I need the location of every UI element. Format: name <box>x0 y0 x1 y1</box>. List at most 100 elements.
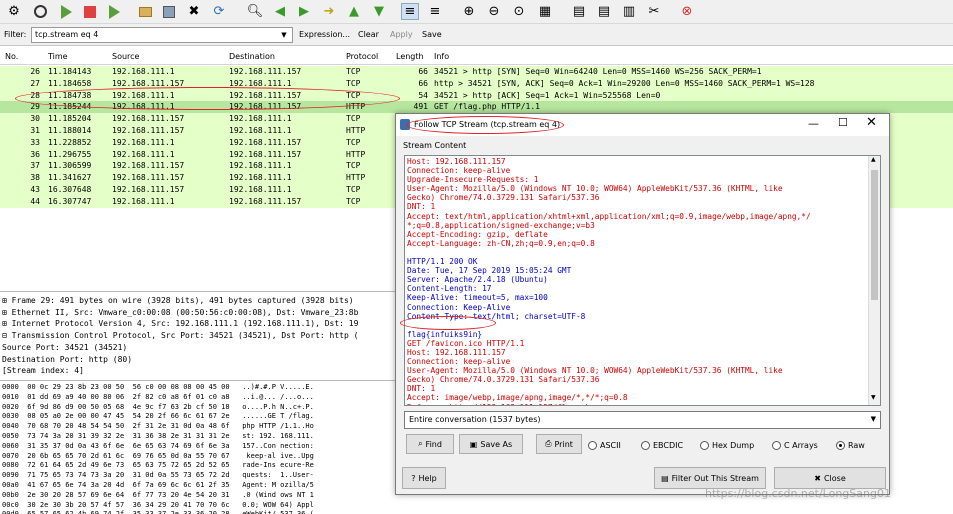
filter-out-stream-button[interactable]: ▤ Filter Out This Stream <box>654 467 766 489</box>
column-no[interactable]: No. <box>5 52 18 61</box>
stop-icon[interactable] <box>81 3 99 20</box>
column-time[interactable]: Time <box>48 52 68 61</box>
conversation-select[interactable]: Entire conversation (1537 bytes) ▼ <box>404 411 881 429</box>
detail-line[interactable]: ⊞ Internet Protocol Version 4, Src: 192.… <box>2 318 400 330</box>
up-icon[interactable]: ▲ <box>345 3 363 20</box>
hex-line: 0080 72 61 64 65 2d 49 6e 73 65 63 75 72… <box>2 461 314 470</box>
packet-cell-src: 192.168.111.1 <box>112 67 175 76</box>
print-label: Print <box>554 439 573 449</box>
folder-icon[interactable] <box>136 3 154 20</box>
display-filter-icon[interactable]: ▤ <box>595 3 613 20</box>
apply-button[interactable]: Apply <box>390 30 413 39</box>
close-button[interactable]: ✖ Close <box>774 467 886 489</box>
clear-button[interactable]: Clear <box>358 30 379 39</box>
save-as-button[interactable]: ▣ Save As <box>459 434 523 454</box>
packet-cell-time: 11.228852 <box>48 137 92 147</box>
column-source[interactable]: Source <box>112 52 139 61</box>
autoscroll-icon[interactable]: ≡ <box>426 3 444 20</box>
help-button[interactable]: ? Help <box>402 467 446 489</box>
scrollbar[interactable]: ▲ ▼ <box>868 156 880 405</box>
packet-details-pane: ⊞ Frame 29: 491 bytes on wire (3928 bits… <box>0 291 400 377</box>
reload-icon[interactable]: ⟳ <box>210 3 228 20</box>
packet-cell-dst: 192.168.111.1 <box>229 173 292 183</box>
scrollbar-thumb[interactable] <box>871 170 878 300</box>
stream-line: Connection: Keep-Alive <box>407 302 511 312</box>
detail-line[interactable]: Source Port: 34521 (34521) <box>2 342 400 354</box>
detail-line[interactable]: ⊞ Frame 29: 491 bytes on wire (3928 bits… <box>2 295 400 307</box>
hex-line: 00a0 41 67 65 6e 74 3a 20 4d 6f 7a 69 6c… <box>2 480 314 489</box>
capture-filter-icon[interactable]: ▤ <box>570 3 588 20</box>
save-icon: ▣ <box>469 439 478 449</box>
stream-line: Accept: text/html,application/xhtml+xml,… <box>407 211 811 221</box>
help-icon: ? <box>411 473 416 483</box>
radio-ebcdic[interactable]: EBCDIC <box>641 441 683 450</box>
maximize-icon[interactable]: ☐ <box>838 116 848 129</box>
back-icon[interactable]: ◀ <box>271 3 289 20</box>
hex-line: 00c0 30 2e 30 3b 20 57 4f 57 36 34 29 20… <box>2 500 314 509</box>
packet-cell-no: 26 <box>30 67 40 76</box>
stream-line: Accept-Encoding: gzip, deflate <box>407 229 548 239</box>
zoom-normal-icon[interactable]: ⊙ <box>510 3 528 20</box>
packet-cell-src: 192.168.111.157 <box>112 161 185 171</box>
hex-line: 0020 6f 9d 86 d9 00 50 05 68 4e 9c f7 63… <box>2 402 314 411</box>
resize-icon[interactable]: ▦ <box>536 3 554 20</box>
column-length[interactable]: Length <box>396 52 424 61</box>
stream-line: Connection: keep-alive <box>407 166 511 176</box>
radio-circle-selected <box>836 441 845 450</box>
find-icon[interactable]: 🔍︎ <box>246 3 264 20</box>
detail-line[interactable]: ⊞ Ethernet II, Src: Vmware_c0:00:08 (00:… <box>2 307 400 319</box>
help-icon[interactable]: ⊗ <box>678 3 696 20</box>
minimize-icon[interactable]: — <box>808 117 819 130</box>
stream-line: Upgrade-Insecure-Requests: 1 <box>407 175 539 185</box>
save-icon[interactable] <box>160 3 178 20</box>
goto-icon[interactable]: ➜ <box>320 3 338 20</box>
capture-options-icon[interactable] <box>31 3 49 20</box>
close-icon[interactable]: ✕ <box>866 115 877 130</box>
packet-cell-dst: 192.168.111.157 <box>229 137 302 147</box>
filter-out-label: Filter Out This Stream <box>671 473 759 483</box>
detail-line[interactable]: [Stream index: 4] <box>2 365 400 377</box>
prefs-icon[interactable]: ✂ <box>645 3 663 20</box>
packet-cell-proto: TCP <box>346 78 361 88</box>
packet-cell-len: 491 <box>413 102 428 112</box>
forward-icon[interactable]: ▶ <box>295 3 313 20</box>
radio-circle <box>588 441 597 450</box>
packet-cell-no: 37 <box>30 161 40 171</box>
gear-icon[interactable]: ⚙ <box>5 3 23 20</box>
detail-line[interactable]: ⊟ Transmission Control Protocol, Src Por… <box>2 330 400 342</box>
detail-line[interactable]: Destination Port: http (80) <box>2 354 400 366</box>
print-button[interactable]: ⎙ Print <box>536 434 582 454</box>
stream-line: User-Agent: Mozilla/5.0 (Windows NT 10.0… <box>407 366 783 376</box>
radio-hex-dump[interactable]: Hex Dump <box>700 441 754 450</box>
packet-cell-info: 34521 > http [ACK] Seq=1 Ack=1 Win=52556… <box>434 90 661 100</box>
radio-c-arrays[interactable]: C Arrays <box>772 441 818 450</box>
annotation-ellipse-title <box>406 116 564 134</box>
radio-ascii[interactable]: ASCII <box>588 441 621 450</box>
colorize-icon[interactable]: ≡ <box>401 3 419 20</box>
column-protocol[interactable]: Protocol <box>346 52 378 61</box>
restart-icon[interactable] <box>105 3 123 20</box>
find-icon: ⌕ <box>418 439 423 448</box>
packet-cell-proto: HTTP <box>346 149 366 159</box>
start-capture-icon[interactable] <box>57 3 75 20</box>
column-info[interactable]: Info <box>434 52 449 61</box>
find-button[interactable]: ⌕ Find <box>406 434 454 454</box>
packet-row[interactable]: 26 11.184143 192.168.111.1 192.168.111.157 T… <box>0 66 953 78</box>
radio-raw[interactable]: Raw <box>836 441 865 450</box>
chevron-down-icon[interactable]: ▼ <box>276 28 292 42</box>
save-filter-button[interactable]: Save <box>422 30 442 39</box>
stream-line: flag{infuiks9in} <box>407 329 483 339</box>
filter-bar: Filter: tcp.stream eq 4 ▼ Expression... … <box>0 24 953 46</box>
zoom-out-icon[interactable]: ⊖ <box>485 3 503 20</box>
zoom-in-icon[interactable]: ⊕ <box>460 3 478 20</box>
expression-button[interactable]: Expression... <box>299 30 350 39</box>
stream-content-box[interactable]: Host: 192.168.111.157 Connection: keep-al… <box>404 155 881 406</box>
filter-input[interactable]: tcp.stream eq 4 <box>31 27 293 43</box>
close-icon[interactable]: ✖ <box>185 3 203 20</box>
packet-cell-dst: 192.168.111.157 <box>229 196 302 206</box>
column-destination[interactable]: Destination <box>229 52 275 61</box>
hex-line: 0090 71 75 65 73 74 73 3a 20 31 0d 0a 55… <box>2 471 314 480</box>
watermark: https://blog.csdn.net/LongSang01 <box>705 487 891 500</box>
down-icon[interactable]: ▼ <box>370 3 388 20</box>
coloring-icon[interactable]: ▥ <box>620 3 638 20</box>
